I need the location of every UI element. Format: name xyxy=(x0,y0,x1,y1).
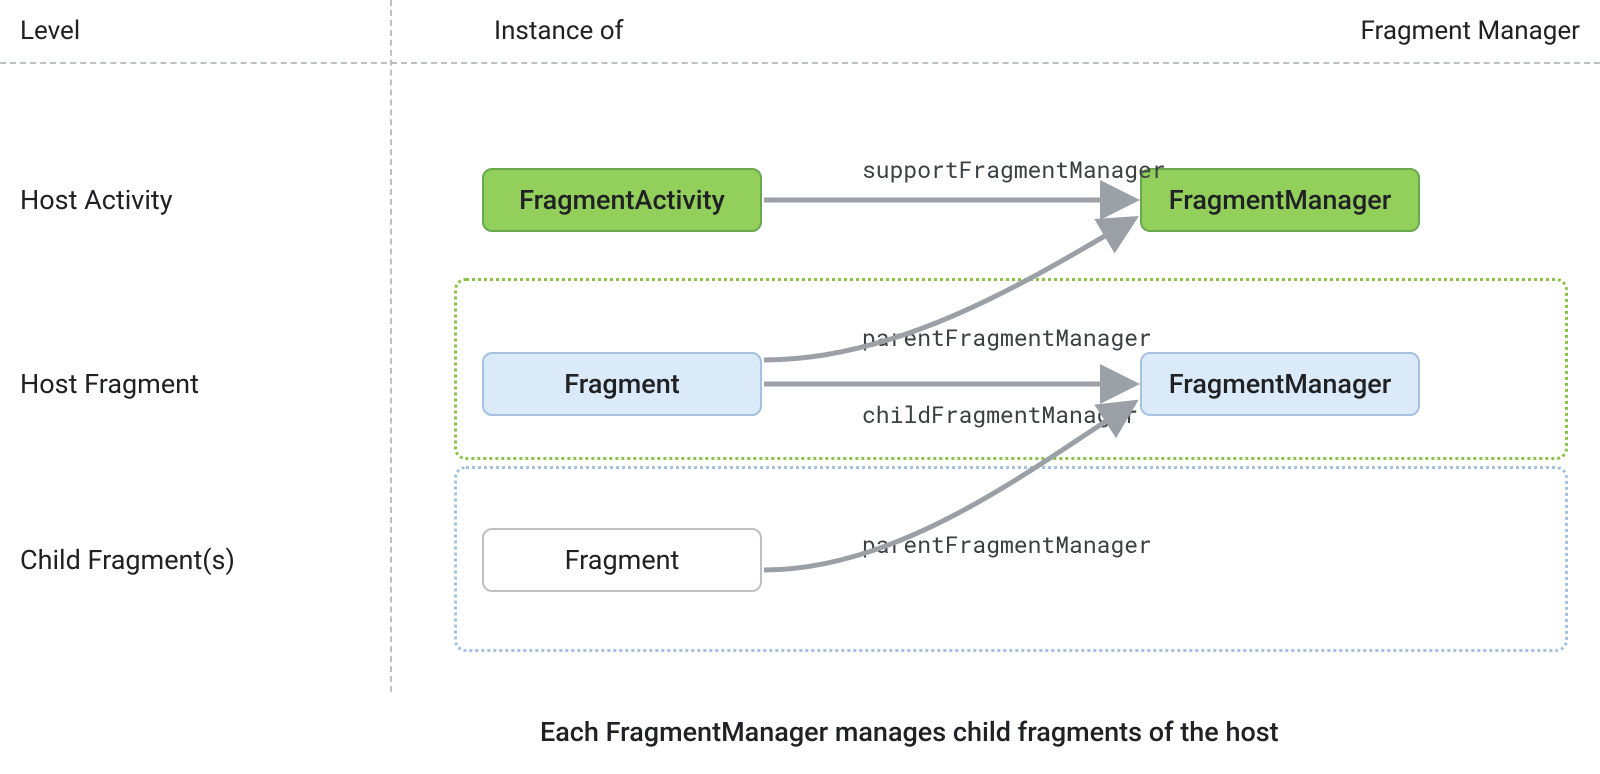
node-host-fragment: Fragment xyxy=(482,352,762,416)
header-divider xyxy=(0,62,1600,64)
node-fragment-manager-host: FragmentManager xyxy=(1140,352,1420,416)
edge-label-child-fm: childFragmentManager xyxy=(862,400,1138,430)
column-divider xyxy=(390,0,392,692)
level-child-fragments: Child Fragment(s) xyxy=(20,544,235,576)
edge-label-parent-fm-child: parentFragmentManager xyxy=(862,530,1152,560)
header-fragment-manager: Fragment Manager xyxy=(1360,16,1580,46)
level-host-activity: Host Activity xyxy=(20,184,173,216)
edge-label-parent-fm-host: parentFragmentManager xyxy=(862,323,1152,353)
node-fragment-manager-activity: FragmentManager xyxy=(1140,168,1420,232)
header-instance: Instance of xyxy=(494,16,624,46)
edge-label-support-fm: supportFragmentManager xyxy=(862,155,1166,185)
node-child-fragment: Fragment xyxy=(482,528,762,592)
level-host-fragment: Host Fragment xyxy=(20,368,199,400)
node-fragment-activity: FragmentActivity xyxy=(482,168,762,232)
header-level: Level xyxy=(20,16,80,46)
header-row: Level Instance of Fragment Manager xyxy=(0,0,1600,62)
diagram-caption: Each FragmentManager manages child fragm… xyxy=(540,716,1279,748)
